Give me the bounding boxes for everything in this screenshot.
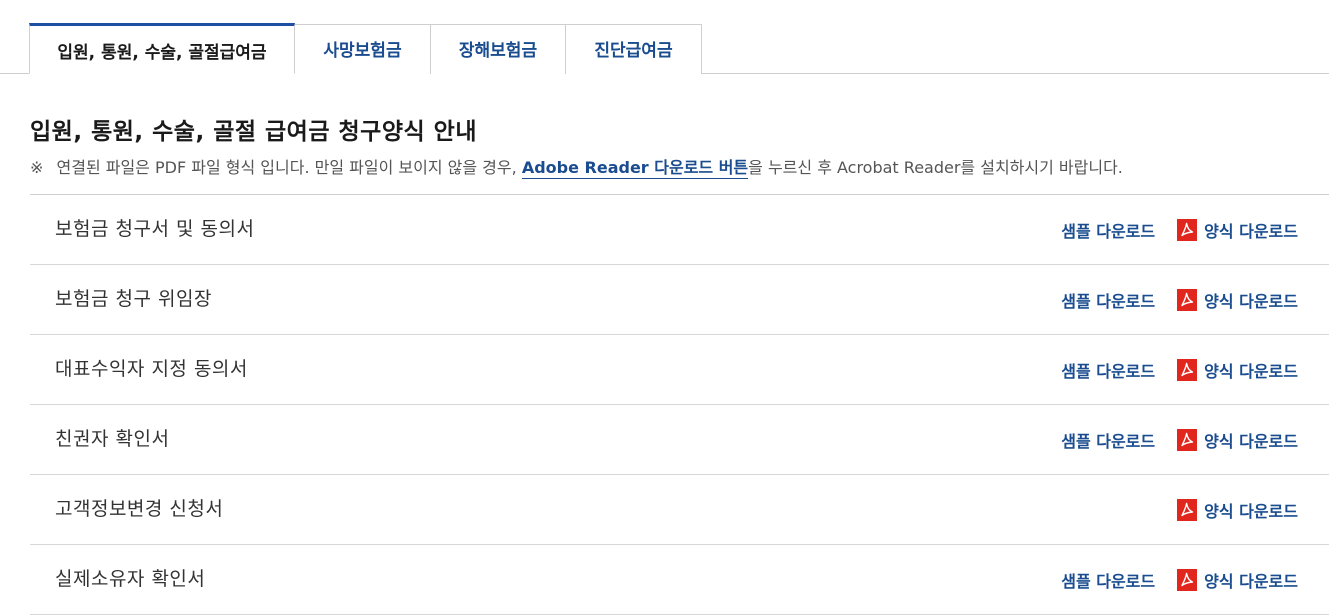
- form-row: 친권자 확인서 샘플 다운로드 양식 다운로드: [30, 405, 1329, 475]
- form-name: 실제소유자 확인서: [55, 568, 206, 590]
- sample-download-link[interactable]: 샘플 다운로드: [1061, 568, 1155, 592]
- form-row: 보험금 청구서 및 동의서 샘플 다운로드 양식 다운로드: [30, 195, 1329, 265]
- form-download-link[interactable]: 양식 다운로드: [1177, 428, 1298, 452]
- form-download-label: 양식 다운로드: [1204, 361, 1298, 381]
- tab-disability-benefit[interactable]: 장해보험금: [430, 24, 566, 74]
- form-actions: 양식 다운로드: [1177, 475, 1298, 544]
- pdf-icon: [1177, 358, 1198, 381]
- form-list: 보험금 청구서 및 동의서 샘플 다운로드 양식 다운로드 보험금 청구 위임장…: [30, 194, 1329, 615]
- form-download-label: 양식 다운로드: [1204, 291, 1298, 311]
- tab-diagnosis-benefit[interactable]: 진단급여금: [565, 24, 702, 74]
- notice-text-after: 을 누르신 후 Acrobat Reader를 설치하시기 바랍니다.: [748, 158, 1123, 177]
- form-name: 보험금 청구 위임장: [55, 288, 212, 310]
- pdf-icon: [1177, 568, 1198, 591]
- tab-label: 사망보험금: [323, 41, 402, 61]
- sample-download-link[interactable]: 샘플 다운로드: [1061, 428, 1155, 452]
- form-row: 보험금 청구 위임장 샘플 다운로드 양식 다운로드: [30, 265, 1329, 335]
- pdf-notice: ※ 연결된 파일은 PDF 파일 형식 입니다. 만일 파일이 보이지 않을 경…: [30, 154, 1320, 179]
- adobe-reader-download-link[interactable]: Adobe Reader 다운로드 버튼: [521, 158, 749, 179]
- tab-label: 입원, 통원, 수술, 골절급여금: [57, 43, 267, 63]
- tab-death-benefit[interactable]: 사망보험금: [294, 24, 431, 74]
- form-download-label: 양식 다운로드: [1204, 571, 1298, 591]
- form-download-link[interactable]: 양식 다운로드: [1177, 498, 1298, 522]
- pdf-icon: [1177, 288, 1198, 311]
- form-download-label: 양식 다운로드: [1204, 501, 1298, 521]
- form-actions: 샘플 다운로드 양식 다운로드: [1061, 335, 1298, 404]
- form-row: 대표수익자 지정 동의서 샘플 다운로드 양식 다운로드: [30, 335, 1329, 405]
- form-download-link[interactable]: 양식 다운로드: [1177, 568, 1298, 592]
- form-actions: 샘플 다운로드 양식 다운로드: [1061, 545, 1298, 614]
- tab-label: 진단급여금: [594, 41, 673, 61]
- form-name: 대표수익자 지정 동의서: [55, 358, 248, 380]
- form-actions: 샘플 다운로드 양식 다운로드: [1061, 195, 1298, 264]
- notice-text-before: 연결된 파일은 PDF 파일 형식 입니다. 만일 파일이 보이지 않을 경우,: [56, 158, 517, 177]
- sample-download-link[interactable]: 샘플 다운로드: [1061, 218, 1155, 242]
- form-download-label: 양식 다운로드: [1204, 431, 1298, 451]
- form-actions: 샘플 다운로드 양식 다운로드: [1061, 265, 1298, 334]
- form-download-link[interactable]: 양식 다운로드: [1177, 358, 1298, 382]
- tab-label: 장해보험금: [458, 41, 538, 61]
- tab-bar: 입원, 통원, 수술, 골절급여금 사망보험금 장해보험금 진단급여금: [0, 0, 1329, 74]
- form-actions: 샘플 다운로드 양식 다운로드: [1061, 405, 1298, 474]
- form-name: 친권자 확인서: [55, 428, 170, 450]
- sample-download-link[interactable]: 샘플 다운로드: [1061, 288, 1155, 312]
- form-download-link[interactable]: 양식 다운로드: [1177, 218, 1298, 242]
- pdf-icon: [1177, 498, 1198, 521]
- page-title: 입원, 통원, 수술, 골절 급여금 청구양식 안내: [30, 119, 477, 145]
- form-name: 고객정보변경 신청서: [55, 498, 224, 520]
- notice-mark: ※: [30, 158, 44, 177]
- pdf-icon: [1177, 218, 1198, 241]
- form-name: 보험금 청구서 및 동의서: [55, 218, 255, 240]
- form-download-link[interactable]: 양식 다운로드: [1177, 288, 1298, 312]
- form-download-label: 양식 다운로드: [1204, 221, 1298, 241]
- form-row: 고객정보변경 신청서 양식 다운로드: [30, 475, 1329, 545]
- pdf-icon: [1177, 428, 1198, 451]
- sample-download-link[interactable]: 샘플 다운로드: [1061, 358, 1155, 382]
- tab-hospitalization[interactable]: 입원, 통원, 수술, 골절급여금: [29, 23, 295, 74]
